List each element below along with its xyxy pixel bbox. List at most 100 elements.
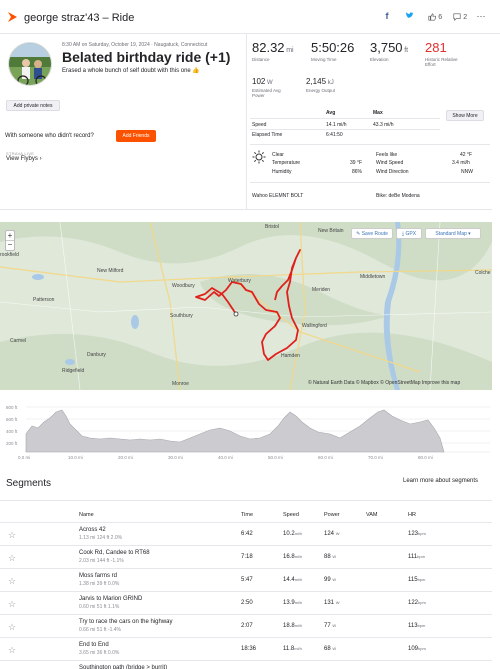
twitter-share-icon[interactable] (404, 11, 414, 23)
view-flybys-link[interactable]: View Flybys › (6, 156, 42, 162)
route-map[interactable] (0, 222, 492, 390)
map-town-label: Monroe (172, 381, 189, 387)
elev-x-label: 50.0 mi (268, 455, 283, 460)
segment-row[interactable]: ☆ End to End 3.65 mi 36 ft 0.0% 18:36 11.8mi… (0, 637, 492, 660)
segment-speed: 14.4mi/h (283, 577, 303, 583)
elev-x-label: 10.0 mi (68, 455, 83, 460)
segment-row[interactable]: ☆ Across 42 1.13 mi 124 ft 2.0% 6:42 10.2mi/… (0, 522, 492, 545)
segments-header-hr: HR (408, 512, 416, 518)
map-town-label: New Milford (97, 268, 124, 274)
thumbs-up-icon (428, 13, 436, 21)
stat-relative-effort[interactable]: 281 (425, 40, 447, 55)
segment-row[interactable]: ☆ Cook Rd, Candee to RT68 2.03 mi 144 ft -… (0, 545, 492, 568)
segment-power: 88 W (324, 554, 337, 560)
speed-label: Speed (252, 122, 267, 128)
elev-x-label: 30.0 mi (168, 455, 183, 460)
segments-header-time: Time (241, 512, 254, 518)
star-icon[interactable]: ☆ (8, 576, 16, 587)
speed-max: 43.3 mi/h (373, 122, 394, 128)
star-icon[interactable]: ☆ (8, 645, 16, 656)
comments-button[interactable]: 2 (451, 11, 469, 23)
segment-row[interactable]: ☆ Jarvis to Marion GRIND 0.60 mi 51 ft 1.1… (0, 591, 492, 614)
segment-hr: 111bpm (408, 554, 425, 560)
map-attribution[interactable]: © Natural Earth Data © Mapbox © OpenStre… (308, 380, 460, 386)
distance-value: 82.32 (252, 40, 285, 55)
map-town-label: Middletown (360, 274, 386, 280)
stats-divider-line (250, 144, 490, 145)
elev-y-label: 800 ft (6, 405, 18, 410)
segment-power: 124 W (324, 531, 340, 537)
zoom-out-button[interactable]: − (6, 241, 14, 251)
stat-elevation: 3,750 ft (370, 40, 408, 55)
facebook-share-icon[interactable]: f (383, 11, 391, 23)
map-town-label: Bristol (265, 224, 279, 230)
segment-row[interactable]: ☆Southington path (bridge > burrit) (0, 660, 492, 669)
power-unit: W (267, 80, 273, 86)
segment-name[interactable]: Moss farms rd (79, 573, 117, 579)
star-icon[interactable]: ☆ (8, 530, 16, 541)
segment-name[interactable]: End to End (79, 642, 109, 648)
elev-x-label: 20.0 mi (118, 455, 133, 460)
elev-y-label: 400 ft (6, 429, 18, 434)
power-value: 102 (252, 77, 266, 86)
stat-energy: 2,145 kJ (306, 77, 334, 86)
segment-name[interactable]: Across 42 (79, 527, 106, 533)
elevation-profile[interactable]: 800 ft 600 ft 400 ft 200 ft 0.0 mi 10.0 … (0, 398, 492, 462)
star-icon[interactable]: ☆ (8, 622, 16, 633)
stats-divider-line (250, 118, 440, 119)
segment-name[interactable]: Jarvis to Marion GRIND (79, 596, 142, 602)
distance-label: Distance (252, 57, 270, 62)
segment-time: 6:42 (241, 531, 253, 537)
weather-condition: Clear (272, 152, 284, 158)
save-route-button[interactable]: ✎ Save Route (351, 228, 393, 239)
segment-power: 99 W (324, 577, 337, 583)
segment-speed: 11.8mi/h (283, 646, 302, 652)
segments-title: Segments (6, 478, 52, 489)
energy-value: 2,145 (306, 77, 327, 86)
learn-more-segments-link[interactable]: Learn more about segments (403, 478, 478, 484)
add-private-notes-button[interactable]: Add private notes (6, 100, 60, 111)
map-town-label: Southbury (170, 313, 193, 319)
show-more-button[interactable]: Show More (446, 110, 484, 121)
star-icon[interactable]: ☆ (8, 553, 16, 564)
stat-moving-time: 5:50:26 (311, 40, 354, 55)
segment-name[interactable]: Cook Rd, Candee to RT68 (79, 550, 150, 556)
kudos-button[interactable]: 6 (426, 11, 444, 23)
athlete-avatar[interactable] (8, 42, 52, 86)
elev-x-label: 0.0 mi (18, 455, 30, 460)
map-town-label: Hamden (281, 353, 300, 359)
segment-name[interactable]: Southington path (bridge > burrit) (79, 665, 167, 669)
segment-name[interactable]: Try to race the cars on the highway (79, 619, 173, 625)
sun-icon (252, 150, 266, 164)
wind-speed-value: 3.4 mi/h (452, 160, 470, 166)
elev-x-label: 60.0 mi (318, 455, 333, 460)
stats-divider-line (250, 129, 440, 130)
segments-header-vam: VAM (366, 512, 378, 518)
temperature-label: Temperature (272, 160, 301, 166)
elevation-value: 3,750 (370, 40, 403, 55)
segment-stats: 1.13 mi 124 ft 2.0% (79, 535, 123, 541)
segment-row[interactable]: ☆ Moss farms rd 1.38 mi 39 ft 0.0% 5:47 14.4… (0, 568, 492, 591)
map-style-select[interactable]: Standard Map ▾ (425, 228, 481, 239)
segment-hr: 123bpm (408, 531, 426, 537)
star-icon[interactable]: ☆ (8, 599, 16, 610)
relative-effort-label: Historic Relative Effort (425, 57, 458, 67)
map-town-label: Patterson (33, 297, 55, 303)
segment-stats: 0.66 mi 51 ft -1.4% (79, 627, 121, 633)
more-options-icon[interactable]: ⋯ (474, 11, 488, 23)
max-header: Max (373, 110, 383, 116)
stats-divider-line (250, 182, 490, 183)
map-town-label: Carmel (10, 338, 27, 344)
feels-like-value: 42 °F (460, 152, 473, 158)
segment-stats: 3.65 mi 36 ft 0.0% (79, 650, 120, 656)
gpx-button[interactable]: ⤓ GPX (396, 228, 422, 239)
route-icon: ✎ (356, 231, 361, 237)
elevation-unit: ft (404, 47, 409, 54)
elev-x-label: 40.0 mi (218, 455, 233, 460)
map-town-label: Meriden (312, 287, 331, 293)
add-friends-button[interactable]: Add Friends (116, 130, 156, 142)
temperature-value: 39 °F (350, 160, 363, 166)
segment-row[interactable]: ☆ Try to race the cars on the highway 0.66… (0, 614, 492, 637)
power-label: Estimated Avg Power (252, 88, 281, 98)
segment-speed: 18.8mi/h (283, 623, 303, 629)
